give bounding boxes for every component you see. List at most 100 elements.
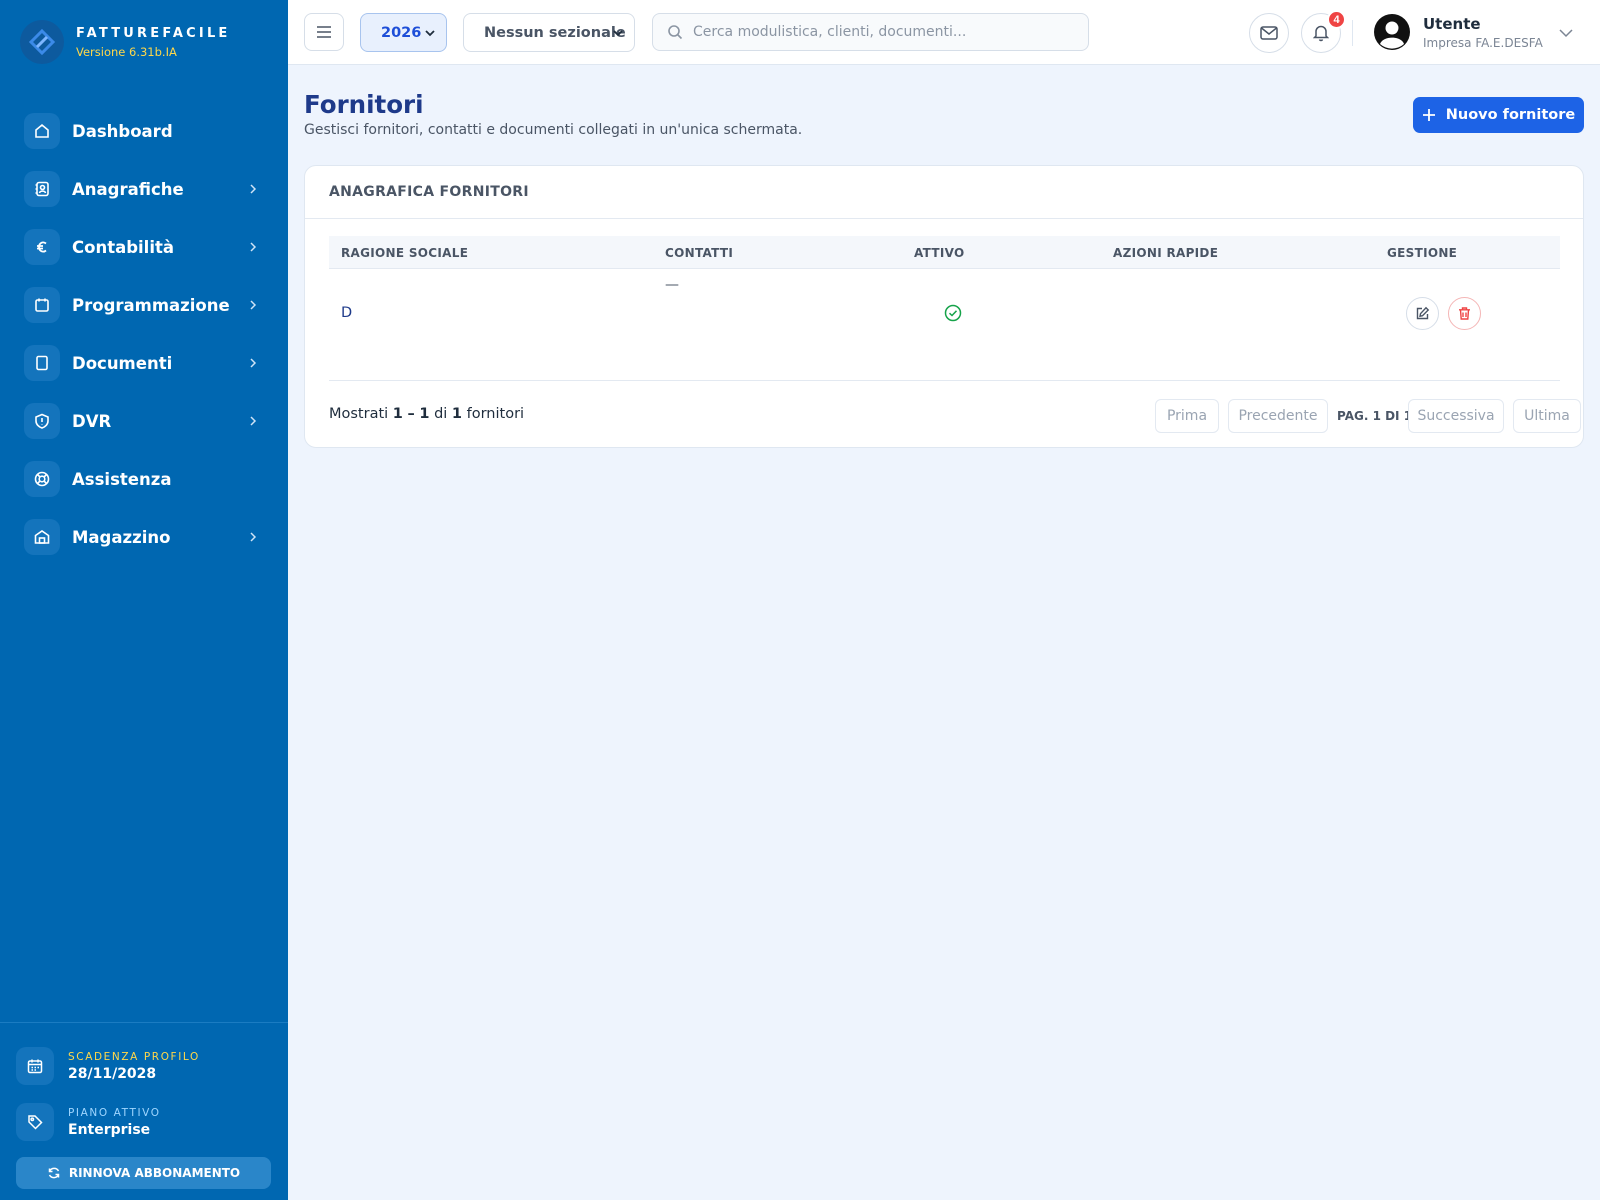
search-icon [668,25,683,40]
sidebar-item-label: Contabilità [72,237,175,257]
year-value: 2026 [381,24,422,41]
sidebar-item-label: Assistenza [72,469,172,489]
user-avatar-icon [1374,14,1410,50]
sidebar-item-assistenza[interactable]: Assistenza [24,450,264,508]
sidebar: FATTUREFACILE Versione 6.31b.IA Dashboar… [0,0,288,1200]
suppliers-table: RAGIONE SOCIALE CONTATTI ATTIVO AZIONI R… [329,236,1560,381]
search-box [652,13,1089,51]
new-supplier-button[interactable]: Nuovo fornitore [1413,97,1584,133]
delete-supplier-button[interactable] [1448,297,1481,330]
hamburger-icon [317,26,331,38]
results-summary: Mostrati 1 – 1 di 1 fornitori [329,406,525,422]
avatar [1373,13,1411,51]
brand[interactable]: FATTUREFACILE Versione 6.31b.IA [20,20,231,64]
plus-icon [1422,109,1435,121]
chevron-down-icon[interactable] [1558,24,1574,43]
new-supplier-label: Nuovo fornitore [1445,107,1576,123]
notifications-button[interactable]: 4 [1301,10,1346,53]
messages-button[interactable] [1249,13,1289,53]
sidebar-item-anagrafiche[interactable]: Anagrafiche [24,160,264,218]
column-header[interactable]: RAGIONE SOCIALE [341,246,468,260]
sidebar-item-documenti[interactable]: Documenti [24,334,264,392]
shield-icon [24,403,60,439]
chevron-right-icon [246,530,260,544]
sidebar-item-magazzino[interactable]: Magazzino [24,508,264,566]
page-title: Fornitori [304,90,424,119]
sidebar-item-label: Magazzino [72,527,171,547]
plan-label: PIANO ATTIVO [68,1106,161,1119]
next-page-button[interactable]: Successiva [1408,399,1504,433]
euro-icon [24,229,60,265]
topbar: 2026 Nessun sezionale 4 Utente Impresa F… [288,0,1600,65]
plan-value: Enterprise [68,1121,151,1138]
profile-expiry: SCADENZA PROFILO 28/11/2028 [16,1047,272,1085]
sidebar-item-label: DVR [72,411,112,431]
table-row: D — [329,269,1560,381]
active-plan: PIANO ATTIVO Enterprise [16,1103,272,1141]
page-indicator: PAG. 1 DI 1 [1337,409,1413,423]
chevron-right-icon [246,356,260,370]
user-menu[interactable]: Utente Impresa FA.E.DESFA [1373,13,1543,51]
sidebar-item-dashboard[interactable]: Dashboard [24,102,264,160]
sidebar-footer: SCADENZA PROFILO 28/11/2028 PIANO ATTIVO… [0,1022,288,1189]
refresh-icon [48,1167,60,1179]
edit-supplier-button[interactable] [1406,297,1439,330]
topbar-divider [1352,20,1353,46]
notification-badge: 4 [1327,10,1346,29]
column-header: ATTIVO [914,246,965,260]
chevron-right-icon [246,298,260,312]
sidebar-item-label: Programmazione [72,295,230,315]
chevron-down-icon [612,27,624,43]
trash-icon [1459,307,1470,320]
lifebuoy-icon [24,461,60,497]
sidebar-nav: Dashboard Anagrafiche Contabilità Progra… [24,102,264,566]
previous-page-button[interactable]: Precedente [1228,399,1328,433]
warehouse-icon [24,519,60,555]
chevron-right-icon [246,414,260,428]
pagination-bar: Mostrati 1 – 1 di 1 fornitori Prima Prec… [329,399,1581,433]
brand-logo-icon [20,20,64,64]
brand-version: Versione 6.31b.IA [76,44,177,59]
card-title: ANAGRAFICA FORNITORI [305,166,1583,219]
page-subtitle: Gestisci fornitori, contatti e documenti… [304,122,803,138]
calendar-icon [16,1047,54,1085]
last-page-button[interactable]: Ultima [1513,399,1581,433]
sezionale-value: Nessun sezionale [484,24,626,41]
tag-icon [16,1103,54,1141]
sidebar-item-label: Documenti [72,353,173,373]
sezionale-select[interactable]: Nessun sezionale [463,13,635,52]
chevron-right-icon [246,240,260,254]
chevron-right-icon [246,182,260,196]
suppliers-card: ANAGRAFICA FORNITORI RAGIONE SOCIALE CON… [304,165,1584,448]
expiry-value: 28/11/2028 [68,1065,157,1082]
sidebar-item-contabilita[interactable]: Contabilità [24,218,264,276]
supplier-contacts: — [665,277,679,293]
contacts-icon [24,171,60,207]
column-header: CONTATTI [665,246,734,260]
calendar-icon [24,287,60,323]
table-header: RAGIONE SOCIALE CONTATTI ATTIVO AZIONI R… [329,236,1560,269]
sidebar-item-dvr[interactable]: DVR [24,392,264,450]
search-input[interactable] [693,24,1083,40]
chevron-down-icon [424,27,436,43]
mail-icon [1260,26,1278,40]
home-icon [24,113,60,149]
sidebar-item-programmazione[interactable]: Programmazione [24,276,264,334]
document-icon [24,345,60,381]
brand-name: FATTUREFACILE [76,25,231,41]
expiry-label: SCADENZA PROFILO [68,1050,200,1063]
edit-icon [1416,306,1430,320]
user-company: Impresa FA.E.DESFA [1423,35,1543,50]
column-header: GESTIONE [1387,246,1458,260]
supplier-name[interactable]: D [341,305,352,321]
active-check-icon [944,304,962,326]
first-page-button[interactable]: Prima [1155,399,1219,433]
column-header: AZIONI RAPIDE [1113,246,1219,260]
menu-toggle-button[interactable] [304,13,344,51]
user-name: Utente [1423,14,1481,33]
bell-icon [1313,25,1329,42]
sidebar-item-label: Dashboard [72,121,173,141]
renew-label: RINNOVA ABBONAMENTO [68,1166,241,1180]
renew-subscription-button[interactable]: RINNOVA ABBONAMENTO [16,1157,271,1189]
year-select[interactable]: 2026 [360,13,447,52]
